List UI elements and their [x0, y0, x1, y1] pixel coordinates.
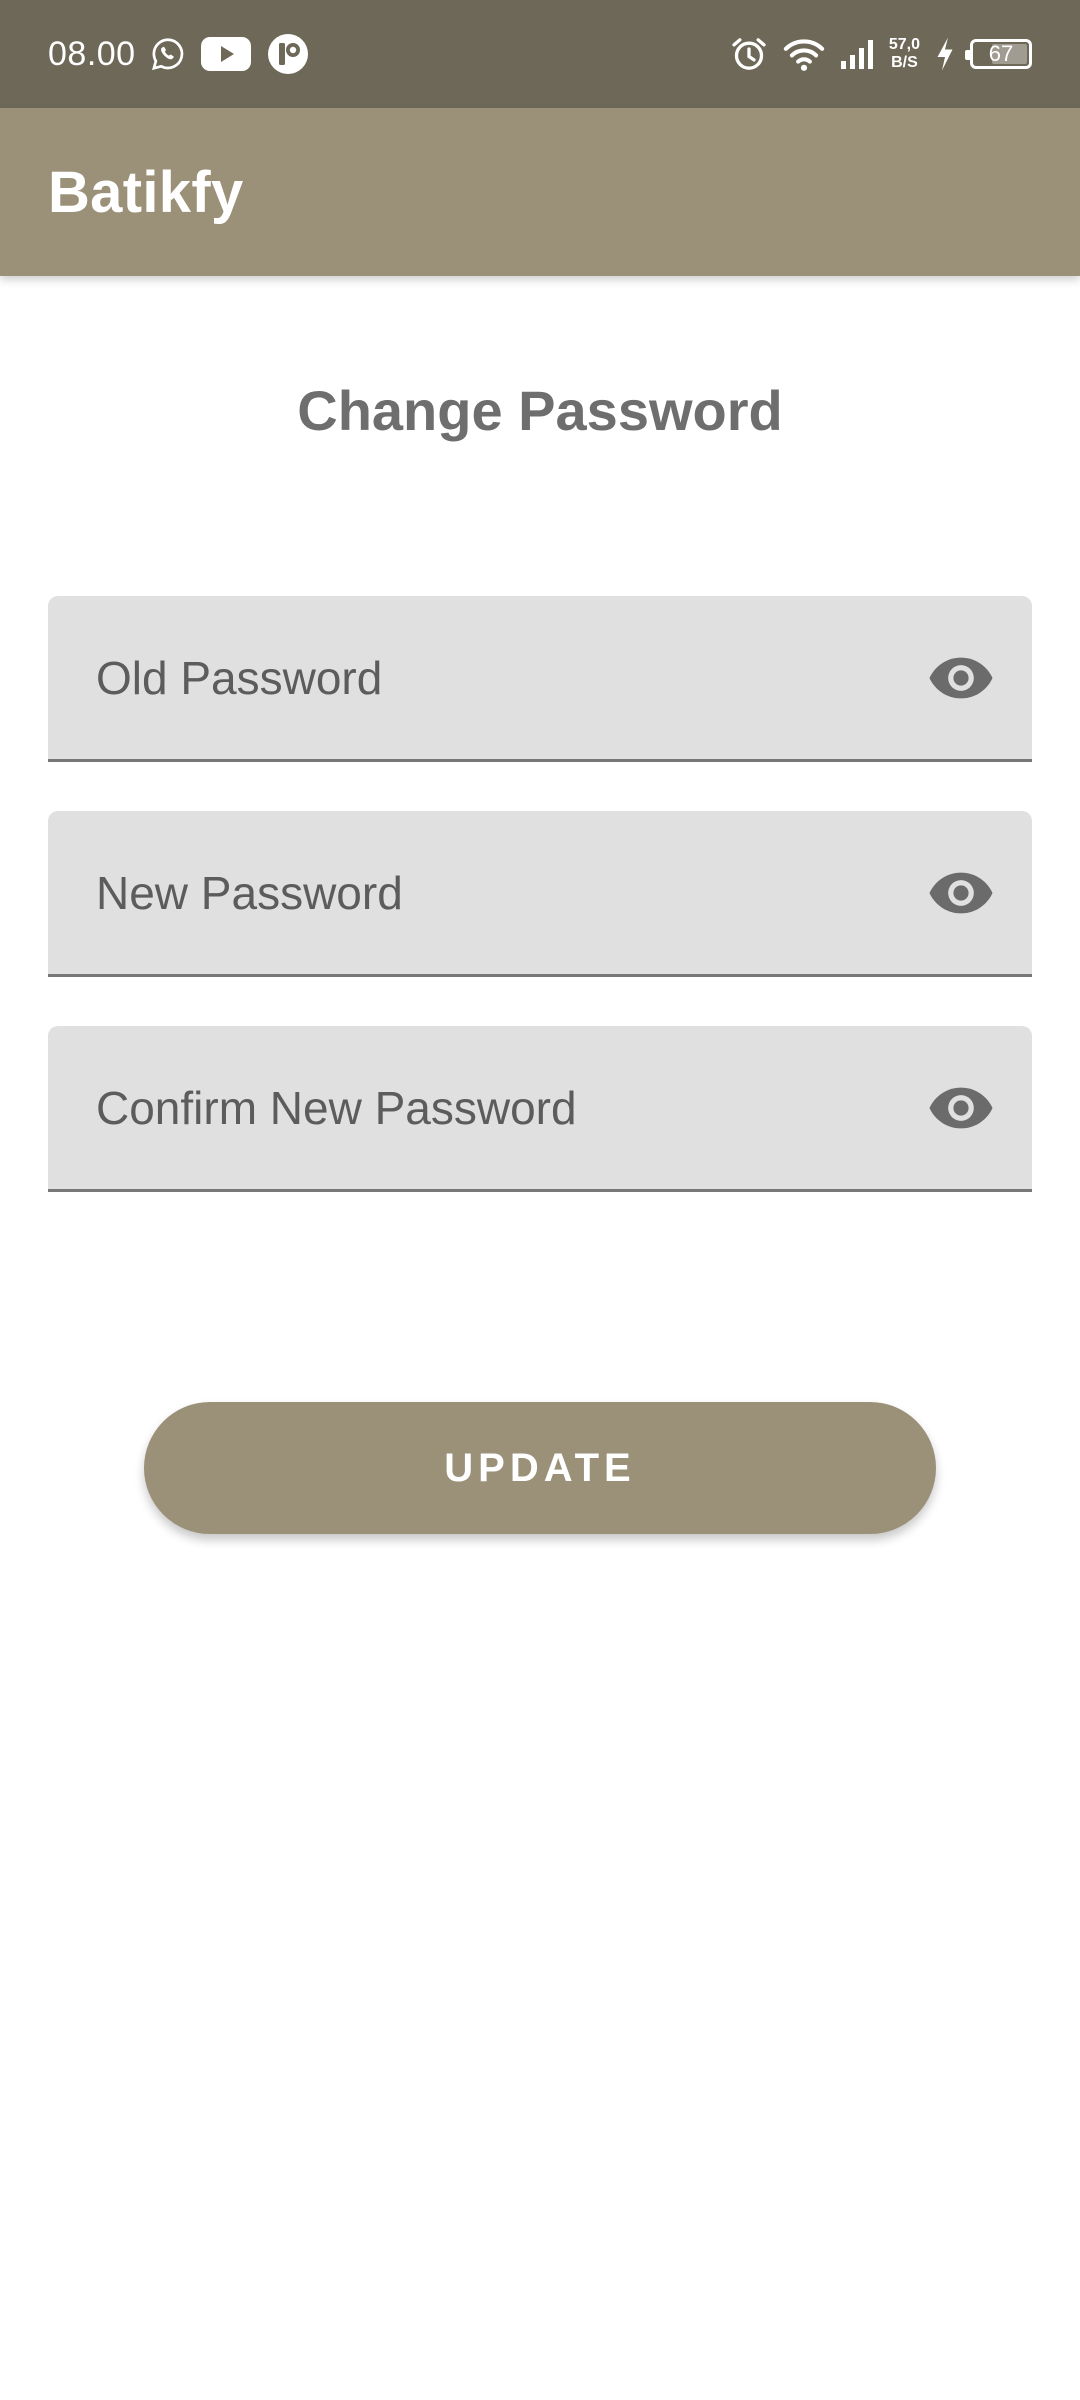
eye-icon[interactable]: [926, 643, 996, 713]
status-right: 57,0 B/S 67: [729, 34, 1032, 74]
net-speed-unit: B/S: [891, 54, 918, 71]
wifi-icon: [783, 35, 825, 73]
old-password-input[interactable]: [96, 650, 896, 705]
youtube-icon: [200, 35, 252, 73]
alarm-icon: [729, 34, 769, 74]
new-password-input[interactable]: [96, 865, 896, 920]
whatsapp-icon: [150, 36, 186, 72]
confirm-password-field[interactable]: [48, 1026, 1032, 1192]
status-bar: 08.00 57,0 B/S 67: [0, 0, 1080, 108]
eye-icon[interactable]: [926, 1073, 996, 1143]
update-button[interactable]: UPDATE: [144, 1402, 936, 1534]
net-speed-value: 57,0: [888, 36, 920, 53]
battery-level: 67: [988, 41, 1014, 66]
new-password-field[interactable]: [48, 811, 1032, 977]
status-time: 08.00: [48, 34, 136, 73]
battery-icon: 67: [965, 39, 1032, 69]
eye-icon[interactable]: [926, 858, 996, 928]
charging-icon: [934, 36, 956, 72]
page-title: Change Password: [297, 379, 783, 442]
confirm-password-input[interactable]: [96, 1080, 896, 1135]
net-speed: 57,0 B/S: [889, 36, 920, 72]
app-notification-icon: [266, 32, 310, 76]
app-bar: Batikfy: [0, 108, 1080, 276]
signal-icon: [839, 37, 875, 71]
old-password-field[interactable]: [48, 596, 1032, 762]
app-title: Batikfy: [48, 159, 244, 225]
status-left: 08.00: [48, 32, 310, 76]
